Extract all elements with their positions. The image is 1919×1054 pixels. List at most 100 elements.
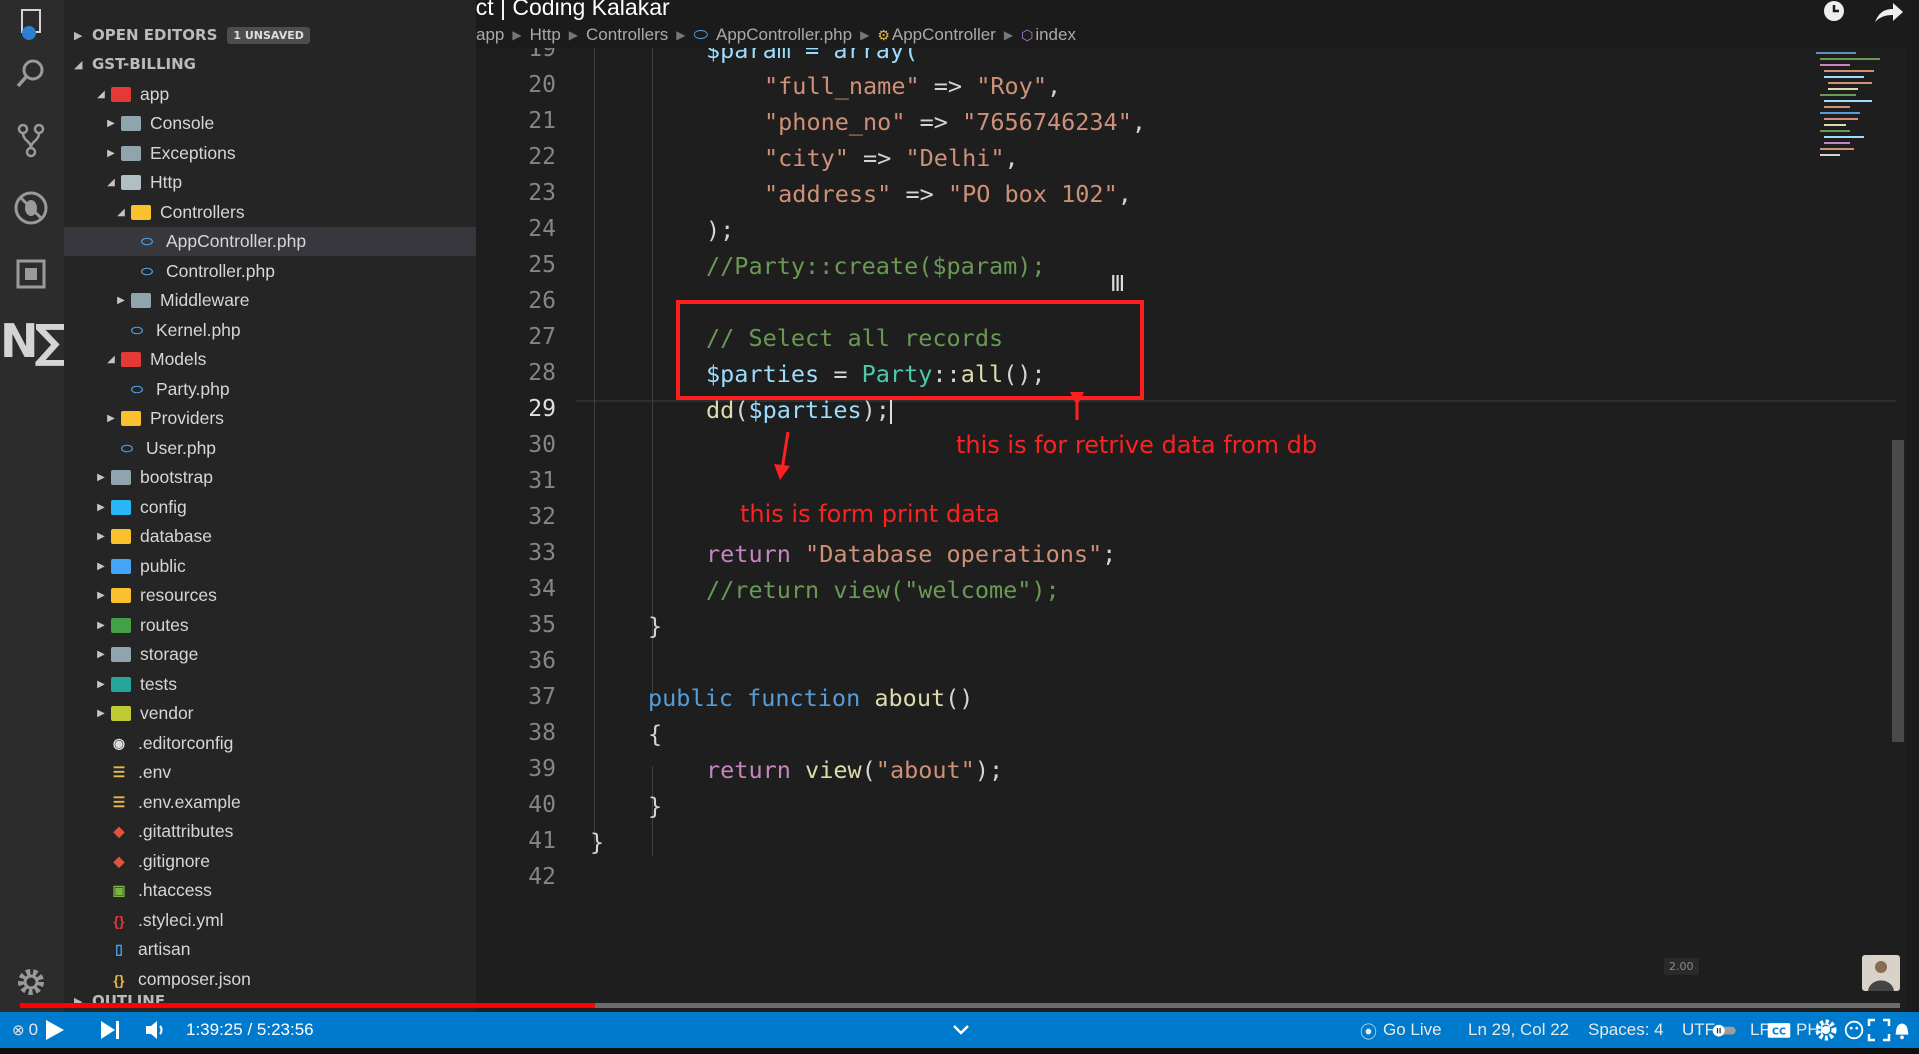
problems-indicator[interactable]: ⊗ 0 — [12, 1012, 38, 1048]
folder-icon — [110, 469, 132, 487]
collapsed-chevron-icon: ▶ — [97, 649, 105, 660]
autoplay-toggle[interactable] — [1704, 1012, 1744, 1048]
code-line-37: public function about() — [648, 684, 973, 712]
watch-later-icon[interactable] — [1817, 0, 1851, 30]
breadcrumb-item[interactable]: Http — [530, 25, 561, 45]
tree-label: Http — [150, 172, 183, 192]
expanded-chevron-icon: ◢ — [74, 57, 83, 71]
line-number: 37 — [528, 684, 556, 710]
code-comment: //return view("welcome"); — [706, 576, 1060, 604]
notifications-button[interactable] — [1890, 1012, 1914, 1048]
tree-folder-console[interactable]: ▶ Console — [64, 109, 476, 138]
captions-button[interactable]: CC — [1764, 1012, 1794, 1048]
search-icon[interactable] — [11, 54, 51, 94]
collapsed-chevron-icon: ▶ — [107, 118, 115, 129]
tree-file-controller[interactable]: ⬭ Controller.php — [64, 257, 476, 286]
php-file-icon: ⬭ — [121, 440, 133, 456]
tree-file-env-example[interactable]: ☰ .env.example — [64, 788, 476, 817]
collapsed-chevron-icon: ▶ — [117, 295, 125, 306]
chapters-button[interactable] — [948, 1012, 974, 1048]
tree-folder-providers[interactable]: ▶ Providers — [64, 404, 476, 433]
tree-file-appcontroller[interactable]: ⬭ AppController.php — [64, 227, 476, 256]
breadcrumb-item[interactable]: AppController — [892, 25, 996, 45]
tree-folder-public[interactable]: ▶ public — [64, 552, 476, 581]
tree-file-styleci[interactable]: {} .styleci.yml — [64, 906, 476, 935]
channel-avatar[interactable] — [1862, 955, 1900, 991]
line-number: 20 — [528, 72, 556, 98]
tree-folder-vendor[interactable]: ▶ vendor — [64, 699, 476, 728]
tree-file-gitattributes[interactable]: ◆ .gitattributes — [64, 817, 476, 846]
debug-icon[interactable] — [11, 188, 51, 228]
extensions-icon[interactable] — [11, 254, 51, 294]
tree-file-artisan[interactable]: ▯ artisan — [64, 935, 476, 964]
tree-file-kernel[interactable]: ⬭ Kernel.php — [64, 316, 476, 345]
breadcrumb-item[interactable]: Controllers — [586, 25, 668, 45]
cursor-position[interactable]: Ln 29, Col 22 — [1468, 1012, 1569, 1048]
nx-console-icon[interactable]: N∑ — [0, 314, 67, 368]
tree-folder-config[interactable]: ▶ config — [64, 493, 476, 522]
line-number: 38 — [528, 720, 556, 746]
code-token: , — [1131, 108, 1147, 136]
tree-file-htaccess[interactable]: ▣ .htaccess — [64, 876, 476, 905]
code-token: } — [648, 612, 663, 640]
vertical-scrollbar[interactable] — [1892, 440, 1904, 742]
breadcrumb-item[interactable]: AppController.php — [716, 25, 852, 45]
outline-section[interactable]: ▶ OUTLINE — [64, 990, 476, 1012]
tree-folder-middleware[interactable]: ▶ Middleware — [64, 286, 476, 315]
tree-folder-resources[interactable]: ▶ resources — [64, 581, 476, 610]
next-button[interactable] — [92, 1012, 128, 1048]
folder-app-icon — [110, 86, 132, 104]
tree-label: Providers — [150, 408, 224, 428]
indent-guide — [594, 48, 595, 844]
git-icon: ◆ — [113, 853, 125, 869]
tree-folder-http[interactable]: ◢ Http — [64, 168, 476, 197]
minimap[interactable] — [1796, 48, 1906, 188]
breadcrumb-item[interactable]: index — [1035, 25, 1076, 45]
tree-folder-controllers[interactable]: ◢ Controllers — [64, 198, 476, 227]
tree-label: Middleware — [160, 290, 250, 310]
tree-file-editorconfig[interactable]: ◉ .editorconfig — [64, 729, 476, 758]
code-line-41: } — [590, 828, 604, 856]
tree-file-env[interactable]: ☰ .env — [64, 758, 476, 787]
breadcrumb-item[interactable]: app — [476, 25, 504, 45]
code-editor[interactable]: 19 20 21 22 23 24 25 26 27 28 29 30 31 3… — [476, 48, 1906, 1012]
volume-button[interactable] — [138, 1012, 174, 1048]
line-number: 33 — [528, 540, 556, 566]
video-progress-fill — [20, 1003, 596, 1008]
fullscreen-button[interactable] — [1866, 1012, 1892, 1048]
go-live-label: Go Live — [1383, 1020, 1442, 1039]
miniplayer-button[interactable] — [1842, 1012, 1866, 1048]
go-live-button[interactable]: ⦿ Go Live — [1360, 1012, 1442, 1048]
tree-folder-bootstrap[interactable]: ▶ bootstrap — [64, 463, 476, 492]
tree-file-party[interactable]: ⬭ Party.php — [64, 375, 476, 404]
explorer-icon[interactable] — [11, 6, 51, 46]
feedback-smiley-icon — [1844, 1020, 1864, 1040]
code-token: "Database operations" — [805, 540, 1103, 568]
open-editors-section[interactable]: ▶ OPEN EDITORS 1 UNSAVED — [64, 22, 476, 48]
tree-folder-routes[interactable]: ▶ routes — [64, 611, 476, 640]
settings-gear-icon[interactable] — [11, 962, 51, 1002]
project-section[interactable]: ◢ GST-BILLING — [64, 51, 476, 77]
tree-folder-tests[interactable]: ▶ tests — [64, 670, 476, 699]
tree-folder-storage[interactable]: ▶ storage — [64, 640, 476, 669]
source-control-icon[interactable] — [11, 120, 51, 160]
line-number-active: 29 — [528, 396, 556, 422]
chevron-right-icon: ▶ — [1003, 28, 1014, 42]
tree-file-gitignore[interactable]: ◆ .gitignore — [64, 847, 476, 876]
tree-folder-exceptions[interactable]: ▶ Exceptions — [64, 139, 476, 168]
tree-file-user[interactable]: ⬭ User.php — [64, 434, 476, 463]
tree-folder-models[interactable]: ◢ Models — [64, 345, 476, 374]
tree-folder-database[interactable]: ▶ database — [64, 522, 476, 551]
play-button[interactable] — [36, 1012, 72, 1048]
code-line-40: } — [648, 792, 662, 820]
expanded-chevron-icon: ◢ — [97, 89, 105, 100]
tree-folder-app[interactable]: ◢ app — [64, 80, 476, 109]
video-progress-track[interactable] — [20, 1003, 1900, 1008]
chevron-down-icon — [953, 1025, 969, 1035]
settings-button[interactable] — [1812, 1012, 1840, 1048]
indentation-setting[interactable]: Spaces: 4 — [1588, 1012, 1664, 1048]
share-icon[interactable] — [1871, 0, 1905, 30]
play-icon — [46, 1020, 64, 1040]
code-token: } — [648, 792, 663, 820]
tree-label: database — [140, 526, 213, 546]
